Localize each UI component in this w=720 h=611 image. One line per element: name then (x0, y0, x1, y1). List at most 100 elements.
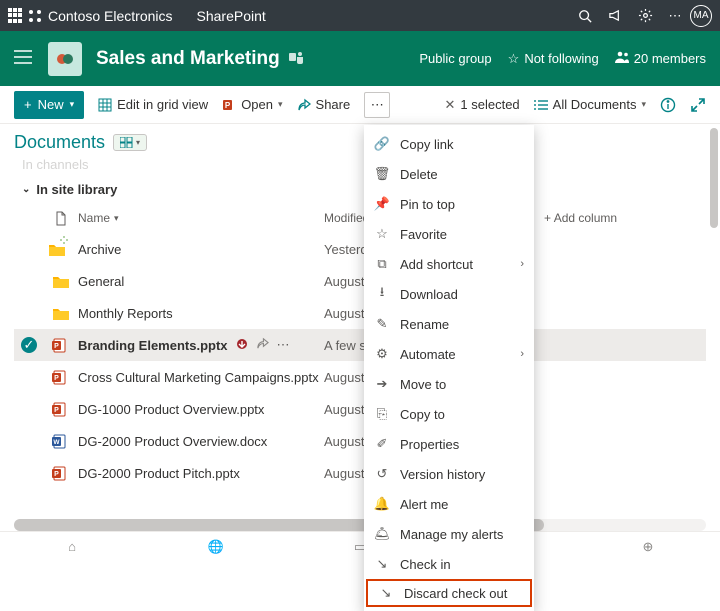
expand-icon[interactable] (690, 97, 706, 113)
svg-text:W: W (53, 439, 60, 446)
footer-bar: ⌂ 🌐 ▭ ⊕ (0, 531, 720, 561)
grid-icon (98, 98, 112, 112)
page-title: Documents (14, 132, 105, 153)
ctx-copy-link[interactable]: 🔗Copy link (364, 129, 534, 159)
ctx-automate[interactable]: ⚙Automate› (364, 339, 534, 369)
more-icon[interactable]: ⋯ (660, 8, 690, 24)
context-menu: 🔗Copy link 🗑Delete 📌Pin to top ☆Favorite… (364, 125, 534, 611)
selection-count[interactable]: ✕ 1 selected (444, 97, 519, 113)
horizontal-scrollbar[interactable] (14, 519, 706, 531)
filetype-column[interactable] (44, 211, 78, 226)
app-name[interactable]: SharePoint (197, 8, 266, 24)
ctx-copy-to[interactable]: ⎘Copy to (364, 399, 534, 429)
open-button[interactable]: P Open ▾ (222, 97, 282, 112)
chevron-down-icon: ▾ (278, 99, 283, 110)
powerpoint-icon: P (44, 370, 78, 385)
view-switcher[interactable]: All Documents ▾ (534, 97, 646, 112)
svg-text:P: P (54, 375, 59, 382)
ctx-download[interactable]: ⭳Download (364, 279, 534, 309)
ctx-manage-alerts[interactable]: 🛎Manage my alerts (364, 519, 534, 549)
ctx-discard-check-out[interactable]: ↘Discard check out (366, 579, 532, 607)
folder-icon (44, 306, 78, 321)
powerpoint-icon: P (44, 466, 78, 481)
table-row[interactable]: W DG-2000 Product Overview.docx August (14, 425, 706, 457)
info-icon[interactable] (660, 97, 676, 113)
vertical-scrollbar[interactable] (708, 128, 718, 378)
check-icon[interactable]: ✓ (21, 337, 37, 353)
footer-home-icon[interactable]: ⌂ (0, 539, 144, 554)
x-icon: ✕ (444, 97, 455, 113)
ctx-alert-me[interactable]: 🔔Alert me (364, 489, 534, 519)
ctx-pin[interactable]: 📌Pin to top (364, 189, 534, 219)
view-pill[interactable]: ▾ (113, 134, 147, 151)
ctx-properties[interactable]: ✐Properties (364, 429, 534, 459)
table-row[interactable]: ✓ P Branding Elements.pptx ⋯ A few secon… (14, 329, 706, 361)
ctx-move-to[interactable]: ➔Move to (364, 369, 534, 399)
move-icon: ➔ (374, 376, 390, 392)
people-icon (615, 51, 629, 66)
rename-icon: ✎ (374, 316, 390, 332)
list-icon (534, 99, 548, 111)
megaphone-icon[interactable] (600, 8, 630, 23)
powerpoint-icon: P (222, 98, 236, 112)
table-row[interactable]: General August SharePoint App (14, 265, 706, 297)
search-icon[interactable] (570, 9, 600, 23)
group-visibility: Public group (419, 51, 491, 66)
star-icon: ☆ (508, 51, 520, 67)
members-button[interactable]: 20 members (615, 51, 706, 66)
share-icon[interactable] (256, 337, 269, 353)
site-logo[interactable] (48, 42, 82, 76)
members-label: 20 members (634, 51, 706, 66)
table-row[interactable]: P Cross Cultural Marketing Campaigns.ppt… (14, 361, 706, 393)
site-header: Sales and Marketing Public group ☆ Not f… (0, 31, 720, 86)
table-row[interactable]: Archive Yesterday Administrator (14, 233, 706, 265)
selection-label: 1 selected (460, 97, 519, 112)
ctx-rename[interactable]: ✎Rename (364, 309, 534, 339)
name-column[interactable]: Name▾ (78, 211, 324, 225)
site-title[interactable]: Sales and Marketing (96, 48, 280, 70)
item-name: Branding Elements.pptx (78, 338, 228, 353)
ctx-version-history[interactable]: ↺Version history (364, 459, 534, 489)
teams-icon[interactable] (288, 49, 304, 68)
more-actions-button[interactable]: ⋯ (364, 92, 390, 118)
bell-gear-icon: 🛎 (374, 526, 390, 542)
ctx-favorite[interactable]: ☆Favorite (364, 219, 534, 249)
view-label: All Documents (553, 97, 637, 112)
footer-globe-icon[interactable]: 🌐 (144, 539, 288, 555)
checkin-icon: ↘ (374, 556, 390, 572)
svg-text:P: P (54, 343, 59, 350)
add-column-button[interactable]: + Add column (544, 211, 706, 225)
follow-label: Not following (524, 51, 598, 66)
ctx-check-in[interactable]: ↘Check in (364, 549, 534, 579)
nav-toggle-icon[interactable] (14, 50, 34, 67)
copy-icon: ⎘ (374, 406, 390, 422)
tenant-logo[interactable]: Contoso Electronics (28, 8, 173, 24)
chevron-down-icon: ▾ (136, 138, 140, 147)
row-more-icon[interactable]: ⋯ (277, 337, 290, 353)
share-label: Share (316, 97, 351, 112)
chevron-right-icon: › (520, 258, 524, 270)
ctx-delete[interactable]: 🗑Delete (364, 159, 534, 189)
app-launcher-icon[interactable] (8, 8, 24, 24)
table-row[interactable]: Monthly Reports August (14, 297, 706, 329)
table-row[interactable]: P DG-2000 Product Pitch.pptx August (14, 457, 706, 489)
pencil-icon: ✐ (374, 436, 390, 452)
group-library-label: In site library (36, 182, 117, 197)
chevron-right-icon: › (520, 348, 524, 360)
user-avatar[interactable]: MA (690, 5, 712, 27)
follow-button[interactable]: ☆ Not following (508, 51, 599, 67)
ctx-add-shortcut[interactable]: ⧉Add shortcut› (364, 249, 534, 279)
edit-grid-button[interactable]: Edit in grid view (98, 97, 208, 112)
table-row[interactable]: P DG-1000 Product Overview.pptx August (14, 393, 706, 425)
svg-text:P: P (54, 471, 59, 478)
word-icon: W (44, 434, 78, 449)
open-label: Open (241, 97, 273, 112)
folder-icon (44, 274, 78, 289)
scrollbar-thumb[interactable] (710, 128, 718, 228)
name-column-label: Name (78, 211, 110, 225)
footer-add-icon[interactable]: ⊕ (576, 539, 720, 555)
share-button[interactable]: Share (297, 97, 351, 112)
settings-icon[interactable] (630, 8, 660, 23)
pin-icon: 📌 (374, 196, 390, 212)
new-button[interactable]: + New ▾ (14, 91, 84, 119)
